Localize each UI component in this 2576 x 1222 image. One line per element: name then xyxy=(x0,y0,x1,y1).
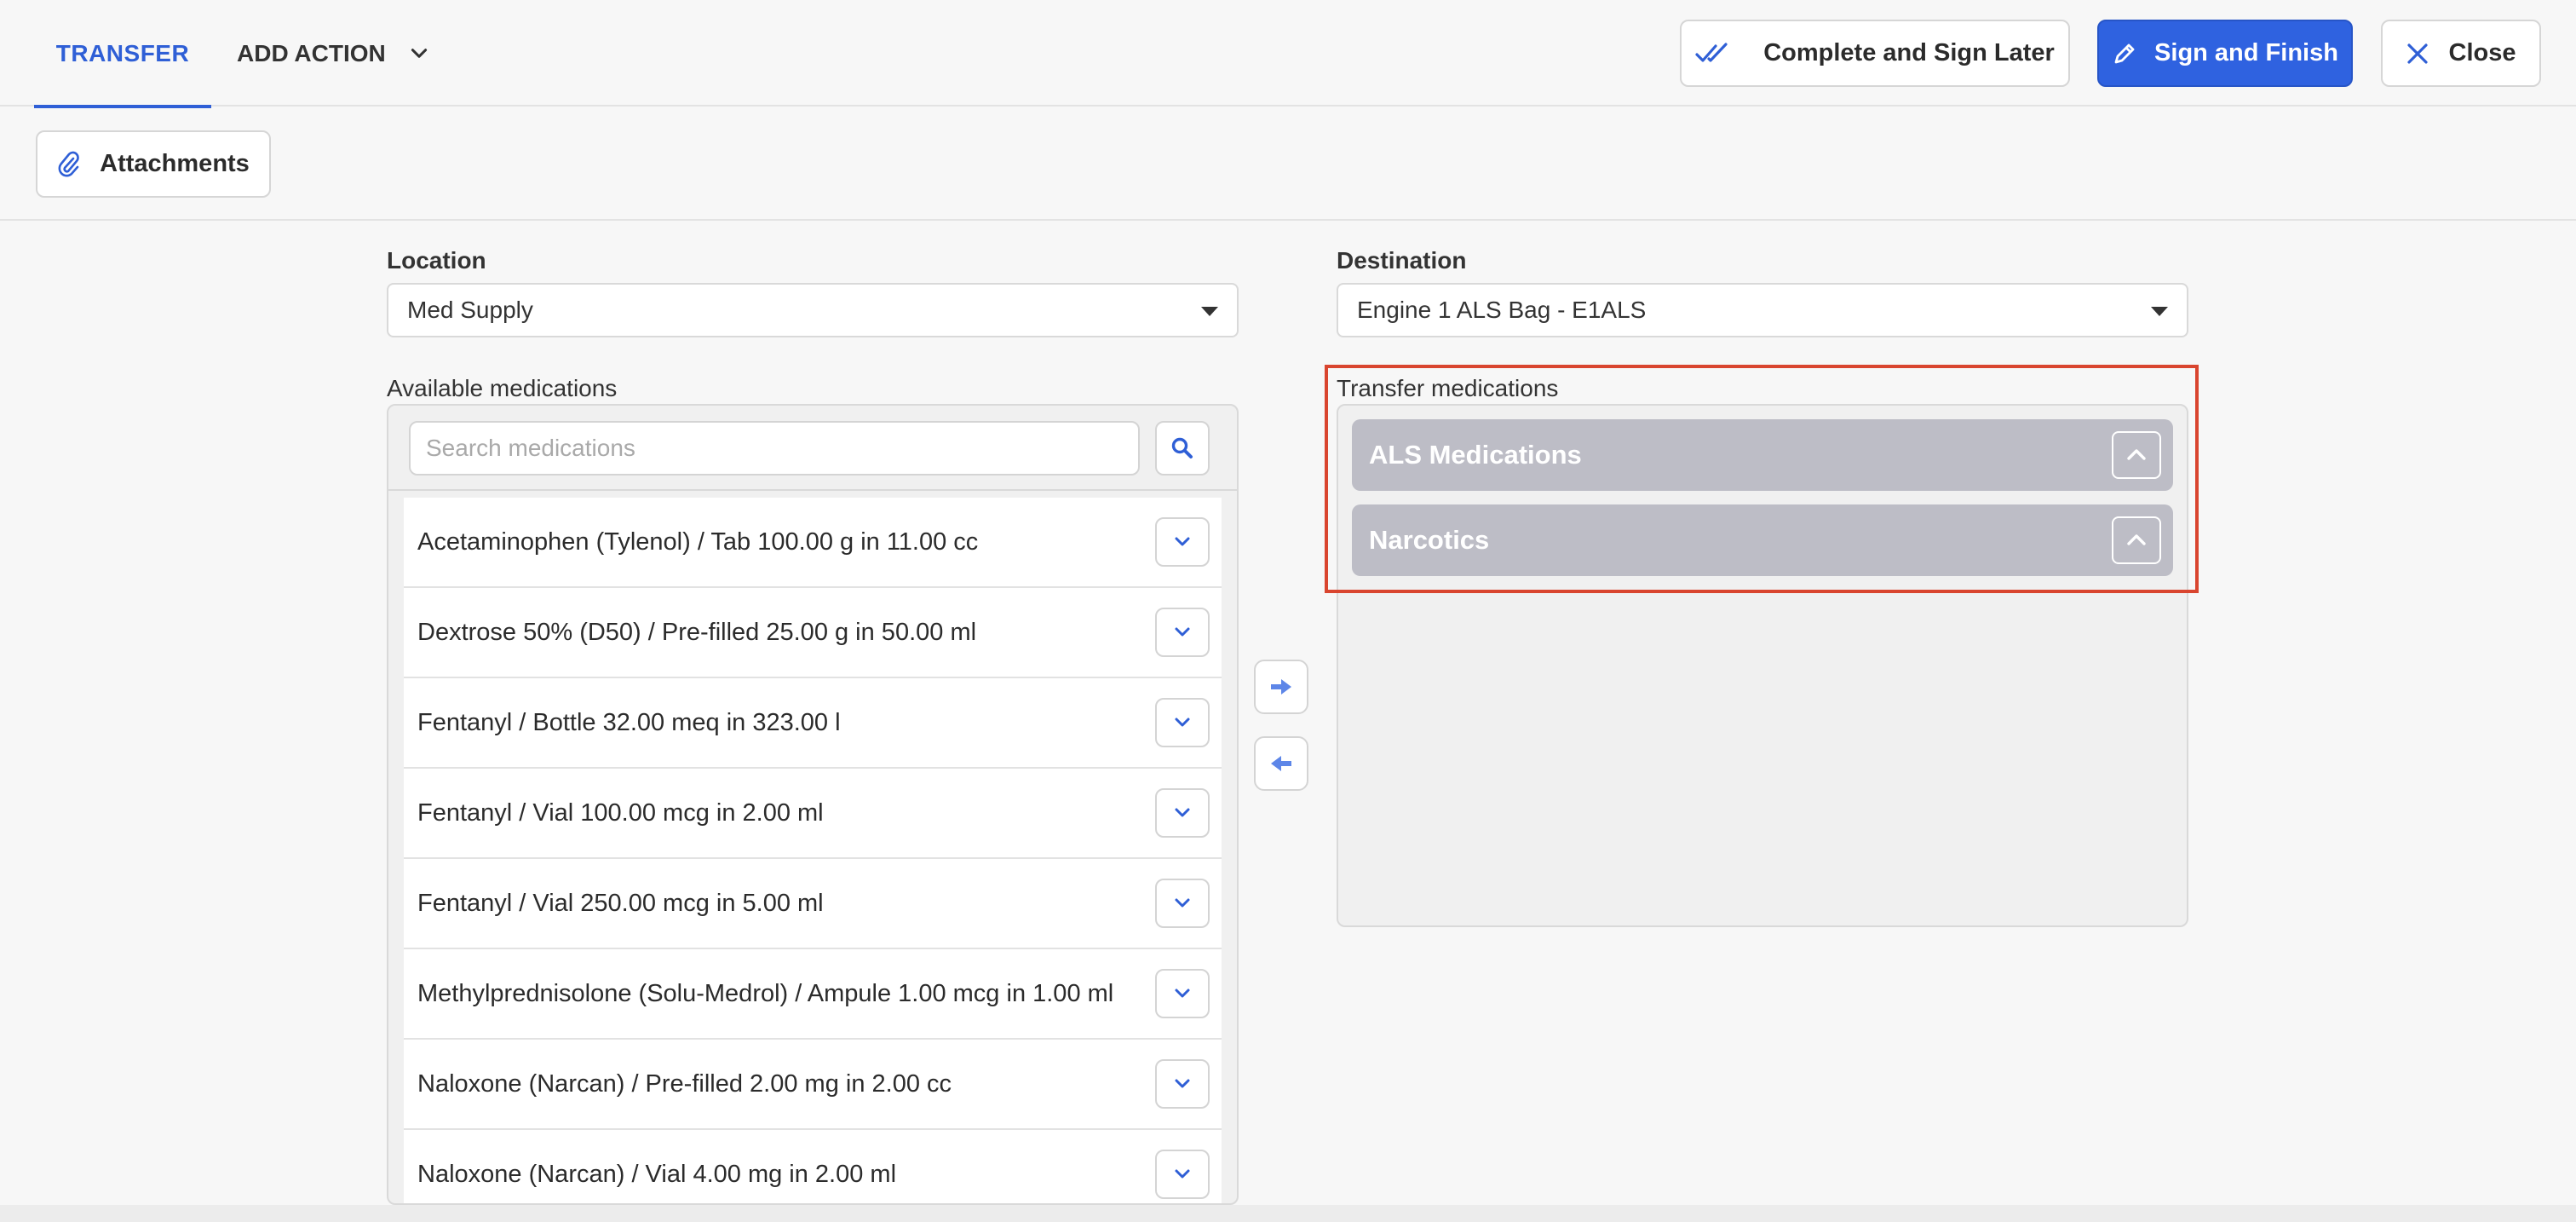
location-label: Location xyxy=(387,247,486,274)
sign-and-finish-button[interactable]: Sign and Finish xyxy=(2097,20,2353,87)
arrow-right-icon xyxy=(1271,679,1291,695)
expand-button[interactable] xyxy=(1155,788,1210,838)
chevron-down-icon xyxy=(1175,537,1190,546)
close-label: Close xyxy=(2448,39,2516,66)
close-icon xyxy=(2406,43,2428,64)
highlight-box xyxy=(1325,365,2199,593)
move-right-button[interactable] xyxy=(1254,660,1308,714)
sub-toolbar: Attachments xyxy=(0,108,2576,221)
complete-and-sign-later-button[interactable]: Complete and Sign Later xyxy=(1680,20,2070,87)
expand-button[interactable] xyxy=(1155,969,1210,1018)
medication-name: Fentanyl / Vial 100.00 mcg in 2.00 ml xyxy=(417,798,824,827)
chevron-down-icon xyxy=(1175,718,1190,727)
medication-list: Acetaminophen (Tylenol) / Tab 100.00 g i… xyxy=(404,498,1222,1203)
list-item[interactable]: Fentanyl / Vial 250.00 mcg in 5.00 ml xyxy=(404,859,1222,949)
chevron-down-icon xyxy=(1175,1079,1190,1088)
chevron-down-icon xyxy=(1175,627,1190,637)
double-check-icon xyxy=(1695,42,1728,62)
expand-button[interactable] xyxy=(1155,1150,1210,1199)
medication-name: Acetaminophen (Tylenol) / Tab 100.00 g i… xyxy=(417,527,979,556)
caret-down-icon xyxy=(1201,307,1218,316)
search-icon xyxy=(1171,437,1193,458)
chevron-down-icon xyxy=(1175,1169,1190,1179)
available-medications-label: Available medications xyxy=(387,375,618,401)
medication-name: Methylprednisolone (Solu-Medrol) / Ampul… xyxy=(417,979,1114,1007)
expand-button[interactable] xyxy=(1155,1059,1210,1109)
move-left-button[interactable] xyxy=(1254,736,1308,791)
chevron-down-icon xyxy=(1175,989,1190,998)
chevron-down-icon xyxy=(1175,898,1190,908)
medication-name: Naloxone (Narcan) / Pre-filled 2.00 mg i… xyxy=(417,1069,952,1098)
search-button[interactable] xyxy=(1155,421,1210,476)
tab-add-action-label: ADD ACTION xyxy=(237,39,386,66)
destination-label: Destination xyxy=(1337,247,1467,274)
medication-name: Fentanyl / Bottle 32.00 meq in 323.00 l xyxy=(417,708,841,736)
expand-button[interactable] xyxy=(1155,608,1210,657)
attachments-button[interactable]: Attachments xyxy=(36,130,271,198)
pen-icon xyxy=(2114,43,2135,63)
close-button[interactable]: Close xyxy=(2381,20,2541,87)
destination-select[interactable]: Engine 1 ALS Bag - E1ALS xyxy=(1337,283,2188,337)
destination-value: Engine 1 ALS Bag - E1ALS xyxy=(1357,297,1647,323)
search-input[interactable] xyxy=(409,421,1140,476)
complete-later-label: Complete and Sign Later xyxy=(1763,39,2055,66)
medication-name: Fentanyl / Vial 250.00 mcg in 5.00 ml xyxy=(417,889,824,917)
expand-button[interactable] xyxy=(1155,879,1210,928)
chevron-down-icon xyxy=(411,48,427,58)
list-item[interactable]: Fentanyl / Bottle 32.00 meq in 323.00 l xyxy=(404,678,1222,769)
attachments-label: Attachments xyxy=(100,150,250,177)
location-select[interactable]: Med Supply xyxy=(387,283,1239,337)
expand-button[interactable] xyxy=(1155,698,1210,747)
list-item[interactable]: Naloxone (Narcan) / Pre-filled 2.00 mg i… xyxy=(404,1040,1222,1130)
sign-finish-label: Sign and Finish xyxy=(2154,39,2338,66)
expand-button[interactable] xyxy=(1155,517,1210,567)
list-item[interactable]: Fentanyl / Vial 100.00 mcg in 2.00 ml xyxy=(404,769,1222,859)
tab-transfer[interactable]: TRANSFER xyxy=(34,0,211,108)
list-item[interactable]: Naloxone (Narcan) / Vial 4.00 mg in 2.00… xyxy=(404,1130,1222,1203)
chevron-down-icon xyxy=(1175,808,1190,817)
top-bar: TRANSFER ADD ACTION Complete and Sign La… xyxy=(0,0,2576,108)
location-value: Med Supply xyxy=(407,297,533,323)
medication-name: Dextrose 50% (D50) / Pre-filled 25.00 g … xyxy=(417,618,977,646)
tab-add-action[interactable]: ADD ACTION xyxy=(237,0,430,107)
search-row xyxy=(388,406,1237,491)
bottom-strip xyxy=(0,1205,2576,1222)
caret-down-icon xyxy=(2151,307,2168,316)
list-item[interactable]: Acetaminophen (Tylenol) / Tab 100.00 g i… xyxy=(404,498,1222,588)
list-item[interactable]: Methylprednisolone (Solu-Medrol) / Ampul… xyxy=(404,949,1222,1040)
paperclip-icon xyxy=(58,151,79,176)
arrow-left-icon xyxy=(1271,756,1291,771)
available-medications-panel: Acetaminophen (Tylenol) / Tab 100.00 g i… xyxy=(387,404,1239,1205)
medication-name: Naloxone (Narcan) / Vial 4.00 mg in 2.00… xyxy=(417,1160,897,1188)
list-item[interactable]: Dextrose 50% (D50) / Pre-filled 25.00 g … xyxy=(404,588,1222,678)
